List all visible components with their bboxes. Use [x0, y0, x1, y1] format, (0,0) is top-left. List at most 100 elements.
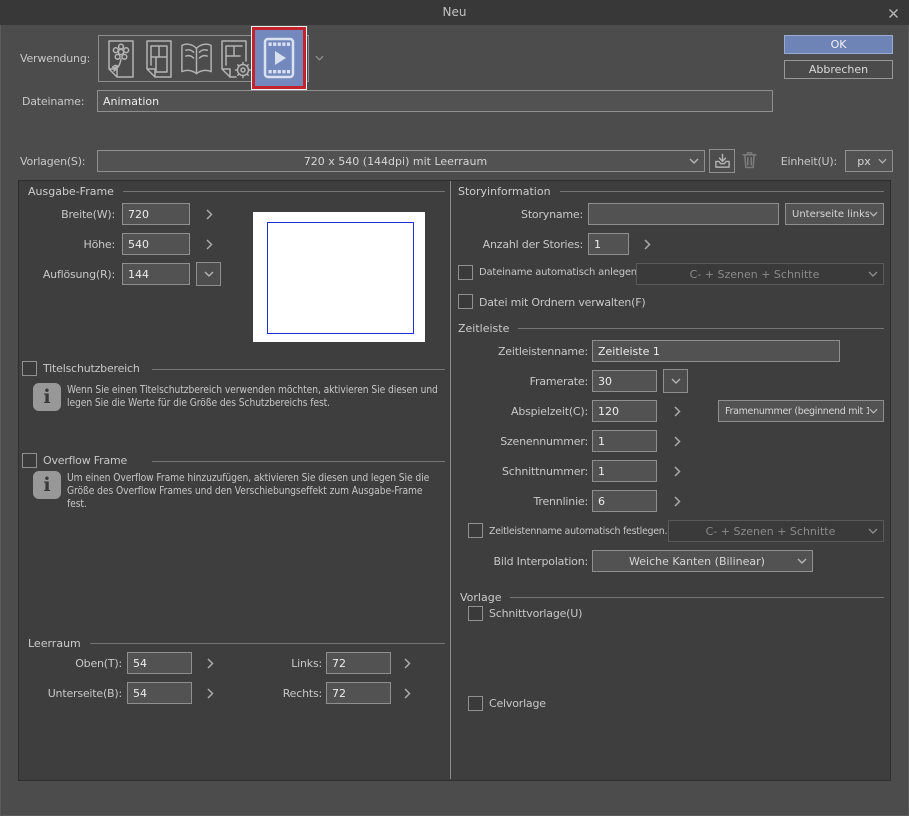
framerate-label: Framerate: — [529, 375, 589, 388]
illustration-icon — [107, 39, 134, 78]
chevron-down-icon — [797, 558, 807, 564]
margin-top-input[interactable] — [127, 652, 192, 674]
cancel-button[interactable]: Abbrechen — [784, 60, 893, 79]
margin-top-expand-icon[interactable] — [204, 656, 216, 670]
storyname-input[interactable] — [588, 203, 779, 225]
info-icon: i — [33, 471, 61, 499]
usage-binding-button[interactable] — [179, 38, 214, 80]
comic-settings-icon — [220, 39, 251, 78]
filename-label: Dateiname: — [22, 95, 85, 108]
margin-left-input[interactable] — [326, 652, 391, 674]
chevron-down-icon — [868, 271, 878, 277]
titlebar: Neu — [0, 0, 909, 25]
unit-dropdown[interactable]: px — [845, 150, 893, 172]
scene-number-expand-icon[interactable] — [671, 434, 683, 448]
info-icon: i — [33, 383, 61, 411]
playtime-input[interactable] — [592, 400, 657, 422]
usage-animation-button[interactable] — [251, 26, 307, 90]
chevron-down-icon — [869, 211, 878, 217]
unit-label: Einheit(U): — [780, 155, 837, 168]
margin-top-label: Oben(T): — [75, 657, 122, 670]
title-safe-area-checkbox[interactable] — [22, 361, 37, 376]
framerate-input[interactable] — [592, 370, 657, 392]
new-document-dialog: { "window": { "title": "Neu" }, "colors"… — [0, 0, 909, 816]
margin-left-expand-icon[interactable] — [401, 656, 413, 670]
overflow-frame-label: Overflow Frame — [43, 454, 128, 467]
filename-input[interactable] — [97, 90, 773, 112]
template-label: Vorlagen(S): — [20, 155, 86, 168]
story-count-input[interactable] — [588, 233, 629, 255]
page-position-value: Unterseite links — [792, 208, 869, 220]
timeline-name-input[interactable] — [592, 340, 840, 362]
frame-numbering-value: Framenummer (beginnend mit 1) — [725, 405, 869, 417]
auto-timeline-name-value: C- + Szenen + Schnitte — [705, 524, 836, 538]
close-icon[interactable] — [885, 5, 901, 21]
template-dropdown-value: 720 x 540 (144dpi) mit Leerraum — [303, 154, 488, 168]
delete-template-button — [742, 151, 757, 173]
margin-right-input[interactable] — [326, 682, 391, 704]
resolution-dropdown-button[interactable] — [196, 262, 221, 286]
auto-timeline-name-label: Zeitleistenname automatisch festlegen. — [489, 526, 668, 537]
overflow-frame-checkbox[interactable] — [22, 453, 37, 468]
section-template-title: Vorlage — [460, 591, 502, 604]
separator-input[interactable] — [592, 490, 657, 512]
ok-button[interactable]: OK — [784, 35, 893, 54]
cut-number-input[interactable] — [592, 460, 657, 482]
manage-folders-checkbox[interactable] — [458, 294, 473, 309]
storyname-label: Storyname: — [521, 208, 583, 221]
framerate-dropdown-button[interactable] — [663, 369, 688, 393]
width-expand-icon[interactable] — [203, 207, 215, 221]
usage-label: Verwendung: — [20, 52, 91, 65]
scene-number-input[interactable] — [592, 430, 657, 452]
cut-template-checkbox[interactable] — [468, 606, 483, 621]
section-timeline: Zeitleiste — [458, 322, 884, 335]
height-input[interactable] — [122, 233, 190, 255]
section-template: Vorlage — [460, 591, 884, 604]
auto-filename-checkbox[interactable] — [458, 265, 473, 280]
interpolation-value: Weiche Kanten (Bilinear) — [629, 554, 765, 568]
margin-bottom-label: Unterseite(B): — [47, 687, 122, 700]
height-expand-icon[interactable] — [203, 237, 215, 251]
chevron-down-icon — [878, 158, 887, 164]
usage-expand-icon[interactable] — [313, 51, 325, 65]
open-book-icon — [181, 42, 212, 74]
frame-numbering-dropdown[interactable]: Framenummer (beginnend mit 1) — [718, 400, 884, 422]
scene-number-label: Szenennummer: — [500, 435, 588, 448]
cel-template-checkbox[interactable] — [468, 696, 483, 711]
template-dropdown[interactable]: 720 x 540 (144dpi) mit Leerraum — [97, 150, 705, 172]
resolution-input[interactable] — [122, 263, 190, 285]
width-input[interactable] — [122, 203, 190, 225]
story-count-expand-icon[interactable] — [641, 237, 653, 251]
cut-number-label: Schnittnummer: — [501, 465, 588, 478]
playtime-label: Abspielzeit(C): — [511, 405, 588, 418]
auto-filename-value: C- + Szenen + Schnitte — [689, 267, 820, 281]
overflow-rule — [152, 461, 445, 462]
usage-comic-button[interactable] — [141, 38, 176, 80]
chevron-down-icon — [868, 528, 878, 534]
margin-right-expand-icon[interactable] — [401, 686, 413, 700]
interpolation-dropdown[interactable]: Weiche Kanten (Bilinear) — [592, 550, 813, 572]
usage-comic-settings-button[interactable] — [217, 38, 252, 80]
title-safe-info-text: Wenn Sie einen Titelschutzbereich verwen… — [67, 384, 438, 409]
chevron-down-icon — [671, 378, 680, 384]
title-safe-area-label: Titelschutzbereich — [43, 362, 140, 375]
manage-folders-label: Datei mit Ordnern verwalten(F) — [479, 296, 646, 309]
section-story-info: Storyinformation — [458, 185, 884, 198]
cel-template-label: Celvorlage — [489, 697, 546, 710]
cut-template-label: Schnittvorlage(U) — [489, 607, 583, 620]
save-template-button[interactable] — [709, 149, 735, 173]
auto-filename-dropdown: C- + Szenen + Schnitte — [636, 263, 884, 285]
auto-filename-label: Dateiname automatisch anlegen — [479, 267, 637, 278]
cut-number-expand-icon[interactable] — [671, 464, 683, 478]
separator-expand-icon[interactable] — [671, 494, 683, 508]
column-divider — [450, 181, 451, 779]
page-position-dropdown[interactable]: Unterseite links — [785, 203, 884, 225]
margin-bottom-expand-icon[interactable] — [204, 686, 216, 700]
margin-bottom-input[interactable] — [127, 682, 192, 704]
playtime-expand-icon[interactable] — [671, 404, 683, 418]
auto-timeline-name-checkbox[interactable] — [468, 523, 483, 538]
chevron-down-icon — [869, 408, 878, 414]
margin-left-label: Links: — [291, 657, 322, 670]
usage-illustration-button[interactable] — [103, 38, 138, 80]
unit-dropdown-value: px — [857, 154, 871, 168]
